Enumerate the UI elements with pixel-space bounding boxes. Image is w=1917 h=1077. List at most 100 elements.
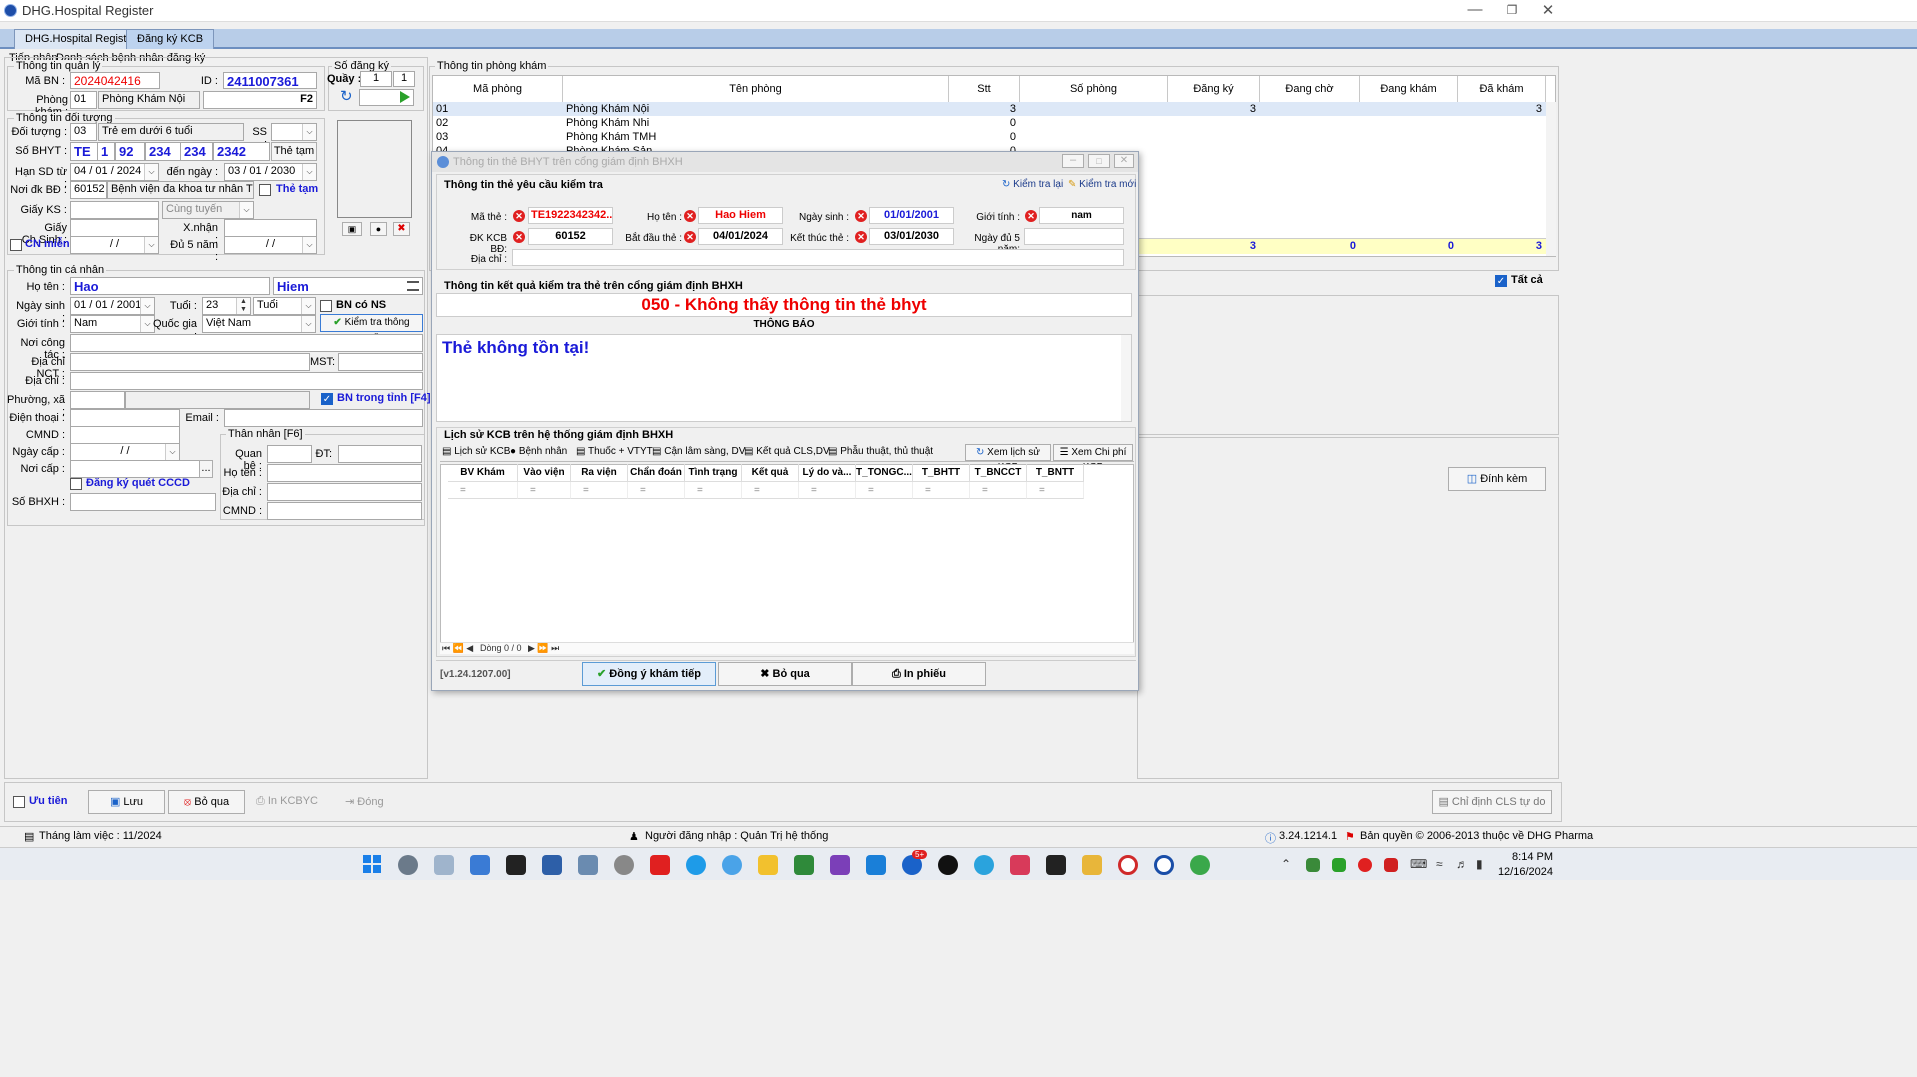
visual-studio-icon[interactable]: [830, 855, 850, 875]
noicap-browse-button[interactable]: ...: [199, 460, 213, 478]
history-filter-cell[interactable]: =: [571, 482, 628, 499]
mst-field[interactable]: [338, 353, 423, 371]
history-col-header[interactable]: Vào viện: [518, 464, 571, 482]
table-row[interactable]: 03 Phòng Khám TMH 0: [433, 130, 1546, 144]
ss-select[interactable]: ⌵: [271, 123, 317, 141]
maximize-icon[interactable]: ❐: [1497, 3, 1527, 17]
thetam-button[interactable]: Thẻ tạm: [271, 142, 317, 161]
thannhan-hoten-field[interactable]: [267, 464, 422, 482]
giaychsinh-field[interactable]: [70, 219, 159, 237]
ngaycap-field[interactable]: / / ⌵: [70, 443, 180, 461]
pager-nav-icon[interactable]: ⏮ ⏪ ◀: [442, 643, 473, 654]
tuoi-unit-select[interactable]: Tuổi ⌵: [253, 297, 316, 315]
tab-benh-nhan[interactable]: ● Bệnh nhân: [510, 446, 567, 457]
phongkham-search-field[interactable]: F2: [203, 91, 317, 109]
app-dark-icon[interactable]: [1046, 855, 1066, 875]
tab-lichsu-kcb[interactable]: ▤ Lịch sử KCB: [442, 446, 510, 457]
windows-start-icon[interactable]: [363, 855, 381, 873]
dongy-button[interactable]: ✔ Đồng ý khám tiếp: [582, 662, 716, 686]
noidk-code-field[interactable]: 60152: [70, 181, 107, 199]
chrome-icon[interactable]: [1190, 855, 1210, 875]
phuongxa-code-field[interactable]: [70, 391, 125, 409]
bntrongtinh-checkbox[interactable]: ✓: [321, 393, 333, 405]
pager-nav-next-icon[interactable]: ▶ ⏩ ⏭: [528, 643, 559, 654]
keyboard-icon[interactable]: ⌨: [1410, 857, 1427, 871]
close-icon[interactable]: ✕: [1533, 1, 1563, 19]
tab-ketqua-cls[interactable]: ▤ Kết quả CLS,DV: [744, 446, 830, 457]
dialog-maximize-icon[interactable]: □: [1088, 154, 1110, 168]
col-dang-ky[interactable]: Đăng ký: [1168, 76, 1260, 103]
uutien-checkbox[interactable]: [13, 796, 25, 808]
id-field[interactable]: 2411007361: [223, 72, 317, 89]
history-filter-cell[interactable]: =: [518, 482, 571, 499]
den-ngay-field[interactable]: 03 / 01 / 2030 ⌵: [224, 163, 317, 181]
col-so-phong[interactable]: Số phòng: [1020, 76, 1168, 103]
ten-field[interactable]: Hiem: [273, 277, 423, 295]
history-filter-cell[interactable]: =: [742, 482, 799, 499]
cmnd-field[interactable]: [70, 426, 180, 444]
xemchiphi-button[interactable]: ☰ Xem Chi phí KCB: [1053, 444, 1133, 473]
ngaysinh-field[interactable]: 01 / 01 / 2001 ⌵: [70, 297, 155, 315]
du5nam-field[interactable]: / / ⌵: [224, 236, 317, 254]
history-col-header[interactable]: Kết quả: [742, 464, 799, 482]
dt-field[interactable]: [338, 445, 422, 463]
diachi-field[interactable]: [70, 372, 423, 390]
bhyt-part-5[interactable]: 234: [180, 142, 213, 161]
spinner-icon[interactable]: ▲ ▼: [236, 298, 250, 314]
history-col-header[interactable]: BV Khám: [448, 464, 518, 482]
powershell-icon[interactable]: [542, 855, 562, 875]
tu-ngay-field[interactable]: 04 / 01 / 2024 ⌵: [70, 163, 159, 181]
taskbar-time[interactable]: 8:14 PM: [1503, 851, 1553, 863]
tab-dang-ky-kcb[interactable]: Đăng ký KCB: [126, 29, 215, 49]
hospital-icon[interactable]: [1118, 855, 1138, 875]
cnmien-date-field[interactable]: / / ⌵: [70, 236, 159, 254]
history-filter-cell[interactable]: =: [685, 482, 742, 499]
history-filter-cell[interactable]: =: [913, 482, 970, 499]
col-ma-phong[interactable]: Mã phòng: [433, 76, 563, 103]
dangkyquet-checkbox[interactable]: [70, 478, 82, 490]
history-col-header[interactable]: Lý do và...: [799, 464, 856, 482]
history-col-header[interactable]: T_BNTT: [1027, 464, 1084, 482]
quay-field-2[interactable]: 1: [393, 71, 415, 87]
gioitinh-select[interactable]: Nam ⌵: [70, 315, 155, 333]
luu-button[interactable]: ▣ Lưu: [88, 790, 165, 814]
col-stt[interactable]: Stt: [949, 76, 1020, 103]
kiemtralai-link[interactable]: ↻ Kiểm tra lại: [1002, 179, 1063, 190]
dialog-minimize-icon[interactable]: –: [1062, 154, 1084, 168]
col-da-kham[interactable]: Đã khám: [1458, 76, 1546, 103]
email-field[interactable]: [224, 409, 423, 427]
terminal-icon[interactable]: [506, 855, 526, 875]
history-filter-cell[interactable]: =: [856, 482, 913, 499]
history-filter-cell[interactable]: =: [1027, 482, 1084, 499]
thannhan-diachi-field[interactable]: [267, 483, 422, 501]
sobhxh-field[interactable]: [70, 493, 216, 511]
history-filter-cell[interactable]: =: [448, 482, 518, 499]
diachinct-field[interactable]: [70, 353, 310, 371]
dialog-close-icon[interactable]: ✕: [1114, 154, 1134, 168]
tab-thuoc[interactable]: ▤ Thuốc + VTYT: [576, 446, 653, 457]
tray-v-icon[interactable]: [1384, 858, 1398, 872]
history-col-header[interactable]: T_TONGC...: [856, 464, 913, 482]
chatgpt-icon[interactable]: [938, 855, 958, 875]
tatca-checkbox[interactable]: ✓: [1495, 275, 1507, 287]
thetam-checkbox[interactable]: [259, 184, 271, 196]
battery-icon[interactable]: ▮: [1476, 857, 1483, 871]
mabn-field[interactable]: 2024042416: [70, 72, 160, 89]
bhyt-part-2[interactable]: 1: [97, 142, 115, 161]
boqua-button[interactable]: ⦻ Bỏ qua: [168, 790, 245, 814]
dialog-boqua-button[interactable]: ✖ Bỏ qua: [718, 662, 852, 686]
quanhe-field[interactable]: [267, 445, 312, 463]
tab-canlamsang[interactable]: ▤ Cận lâm sàng, DV: [652, 446, 745, 457]
vscode-icon[interactable]: [866, 855, 886, 875]
col-dang-kham[interactable]: Đang khám: [1360, 76, 1458, 103]
tab-phauthuat[interactable]: ▤ Phẫu thuật, thủ thuật: [828, 446, 933, 457]
bhyt-part-6[interactable]: 2342: [213, 142, 270, 161]
camera-icon[interactable]: ▣: [342, 222, 362, 236]
taskbar-date[interactable]: 12/16/2024: [1493, 866, 1553, 878]
phongkham-code-field[interactable]: 01: [70, 91, 97, 109]
history-col-header[interactable]: Tình trạng: [685, 464, 742, 482]
kiemtra-thongtuyen-button[interactable]: ✔ Kiểm tra thông tuyến: [320, 314, 423, 344]
refresh-icon[interactable]: ↻: [340, 89, 356, 105]
app-folder-icon[interactable]: [1082, 855, 1102, 875]
kiemtramoi-link[interactable]: ✎ Kiểm tra mới: [1068, 179, 1136, 190]
